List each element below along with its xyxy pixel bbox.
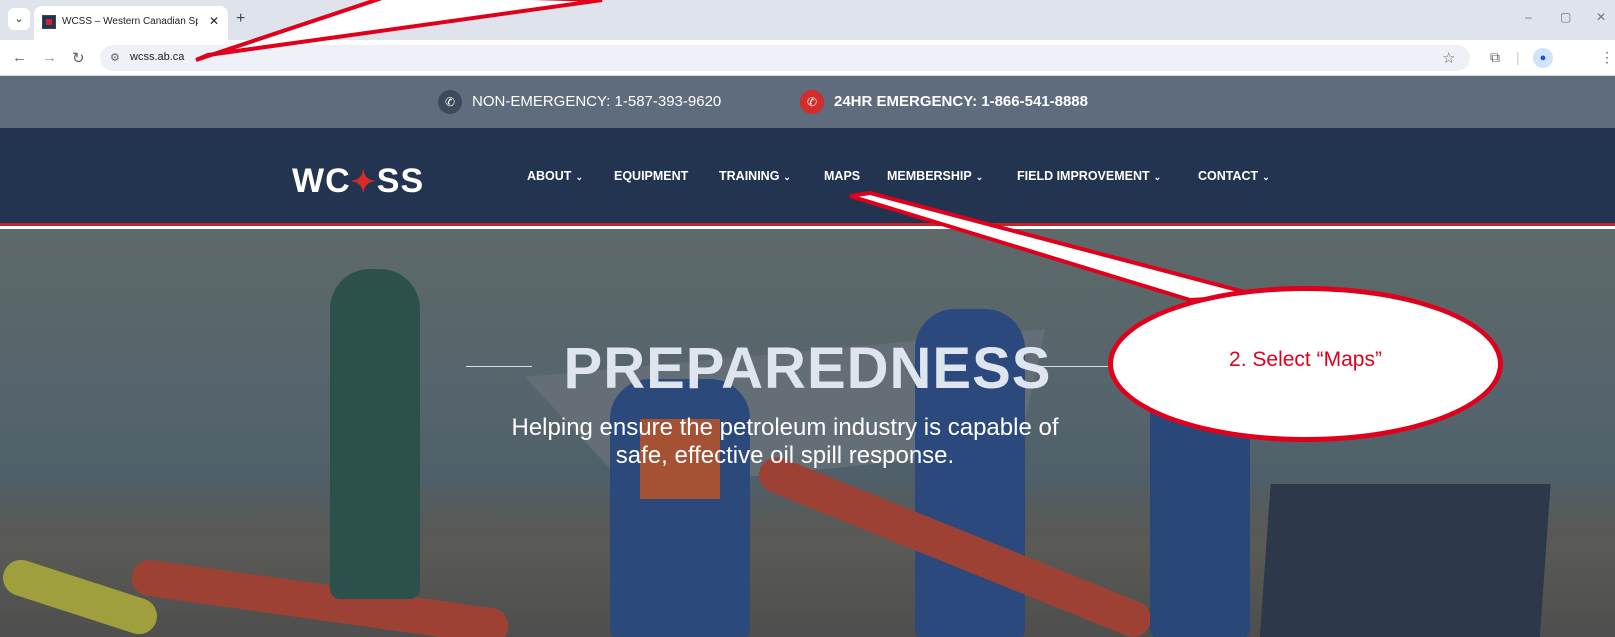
profile-avatar-icon[interactable]: ● <box>1533 48 1553 68</box>
callout-text: 2. Select “Maps” <box>1229 348 1382 371</box>
phone-icon: ✆ <box>800 90 824 114</box>
extensions-icon[interactable]: ⧉ <box>1490 49 1500 66</box>
browser-tab-strip: ⌄ WCSS – Western Canadian Spill ✕ + – ▢ … <box>0 0 1615 40</box>
nav-item-label: TRAINING <box>719 169 780 183</box>
emergency-phone[interactable]: ✆ 24HR EMERGENCY: 1-866-541-8888 <box>800 90 1088 114</box>
tab-search-icon[interactable]: ⌄ <box>8 8 30 30</box>
hero-subtitle-line: Helping ensure the petroleum industry is… <box>511 414 1059 441</box>
contact-bar: ✆ NON-EMERGENCY: 1-587-393-9620 ✆ 24HR EME… <box>0 76 1615 128</box>
toolbar-divider: | <box>1516 49 1520 65</box>
emergency-text: 24HR EMERGENCY: 1-866-541-8888 <box>834 93 1088 110</box>
tab-title: WCSS – Western Canadian Spill <box>62 16 198 27</box>
phone-icon: ✆ <box>438 90 462 114</box>
nav-item-label: MEMBERSHIP <box>887 169 972 183</box>
screenshot-root: ⌄ WCSS – Western Canadian Spill ✕ + – ▢ … <box>0 0 1615 637</box>
nav-item-label: MAPS <box>824 169 861 183</box>
main-navbar: WC✦SS ABOUT ⌄ EQUIPMENT TRAINING ⌄ MAPS ME… <box>0 128 1615 226</box>
chevron-down-icon: ⌄ <box>1153 172 1162 182</box>
nav-item-membership[interactable]: MEMBERSHIP ⌄ <box>887 169 983 183</box>
nav-item-label: CONTACT <box>1198 169 1259 183</box>
logo-text-right: SS <box>376 162 425 200</box>
new-tab-button[interactable]: + <box>236 10 245 28</box>
non-emergency-phone[interactable]: ✆ NON-EMERGENCY: 1-587-393-9620 <box>438 90 721 114</box>
nav-item-training[interactable]: TRAINING ⌄ <box>719 169 791 183</box>
maple-leaf-icon: ✦ <box>350 166 377 199</box>
favicon-icon <box>42 15 56 29</box>
chevron-down-icon: ⌄ <box>975 172 984 182</box>
nav-item-label: EQUIPMENT <box>614 169 689 183</box>
minimize-button[interactable]: – <box>1525 10 1532 24</box>
close-window-button[interactable]: ✕ <box>1596 10 1606 24</box>
nav-item-label: FIELD IMPROVEMENT <box>1017 169 1150 183</box>
browser-toolbar: ← → ↻ ⚙ wcss.ab.ca ☆ ⧉ | ● ⋮ <box>0 40 1615 76</box>
nav-item-field-improvement[interactable]: FIELD IMPROVEMENT ⌄ <box>1017 169 1161 183</box>
chevron-down-icon: ⌄ <box>783 172 791 182</box>
nav-item-contact[interactable]: CONTACT ⌄ <box>1198 169 1270 183</box>
bookmark-star-icon[interactable]: ☆ <box>1442 49 1455 67</box>
nav-item-about[interactable]: ABOUT ⌄ <box>527 169 583 183</box>
restore-button[interactable]: ▢ <box>1560 10 1571 24</box>
reload-icon[interactable]: ↻ <box>72 49 85 67</box>
chevron-down-icon: ⌄ <box>1262 172 1270 182</box>
nav-item-equipment[interactable]: EQUIPMENT <box>614 169 688 183</box>
site-info-icon[interactable]: ⚙ <box>110 51 120 64</box>
hero-subtitle: Helping ensure the petroleum industry is… <box>470 414 1100 470</box>
tab-close-icon[interactable]: ✕ <box>206 13 222 29</box>
forward-arrow-icon[interactable]: → <box>42 49 57 66</box>
menu-kebab-icon[interactable]: ⋮ <box>1600 49 1614 66</box>
address-bar[interactable]: ⚙ wcss.ab.ca ☆ <box>100 45 1470 71</box>
non-emergency-text: NON-EMERGENCY: 1-587-393-9620 <box>472 93 722 110</box>
logo-text-left: WC <box>292 162 351 200</box>
nav-item-label: ABOUT <box>527 169 572 183</box>
back-arrow-icon[interactable]: ← <box>12 49 27 66</box>
wcss-logo[interactable]: WC✦SS <box>292 162 424 201</box>
hero-subtitle-line: safe, effective oil spill response. <box>615 442 955 469</box>
chevron-down-icon: ⌄ <box>575 172 583 182</box>
browser-tab[interactable]: WCSS – Western Canadian Spill ✕ <box>34 6 228 40</box>
nav-item-maps[interactable]: MAPS <box>824 169 860 183</box>
url-text[interactable]: wcss.ab.ca <box>130 51 184 63</box>
